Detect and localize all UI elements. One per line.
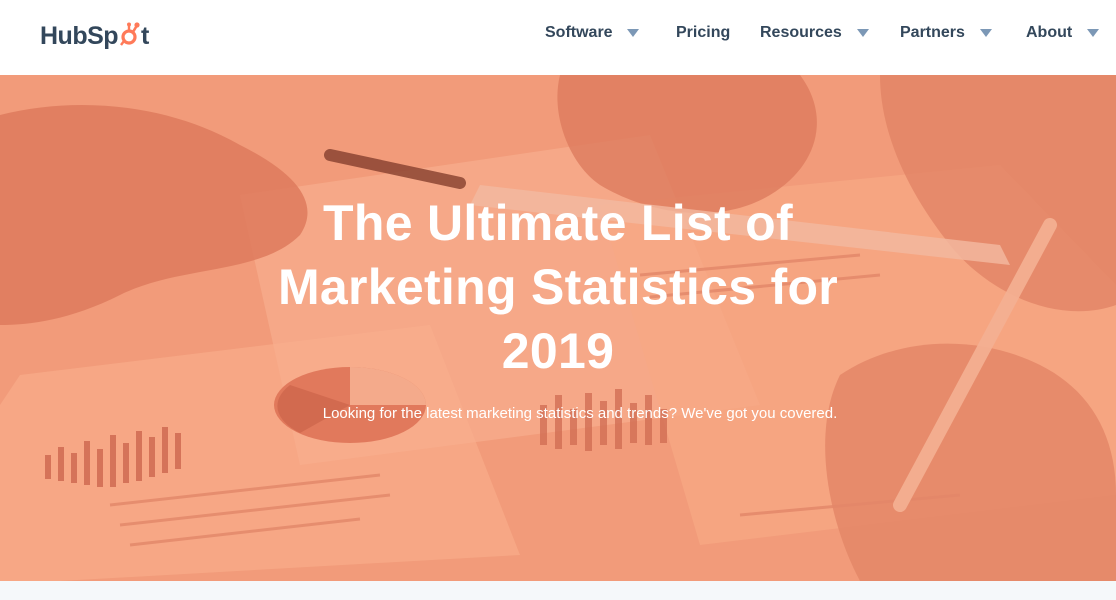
nav-software[interactable]: Software xyxy=(545,22,639,44)
hubspot-logo[interactable]: HubSp t xyxy=(40,18,149,54)
nav-software-label: Software xyxy=(545,24,613,41)
site-header: HubSp t Software Pricing Resources Partn… xyxy=(0,0,1116,75)
hero-banner: The Ultimate List of Marketing Statistic… xyxy=(0,75,1116,581)
caret-down-icon xyxy=(1087,29,1100,37)
nav-partners-label: Partners xyxy=(900,24,965,41)
nav-about[interactable]: About xyxy=(1026,22,1100,44)
logo-text-start: HubSp xyxy=(40,21,119,50)
caret-down-icon xyxy=(856,29,869,37)
page-title: The Ultimate List of Marketing Statistic… xyxy=(277,195,839,379)
nav-partners[interactable]: Partners xyxy=(900,22,992,44)
caret-down-icon xyxy=(979,29,992,37)
nav-pricing-label: Pricing xyxy=(676,24,731,41)
hero-subtitle: Looking for the latest marketing statist… xyxy=(322,405,838,422)
content-area xyxy=(0,581,1116,600)
caret-down-icon xyxy=(626,29,639,37)
sprocket-icon xyxy=(120,22,140,46)
nav-resources[interactable]: Resources xyxy=(760,22,869,44)
nav-about-label: About xyxy=(1026,24,1073,41)
logo-text-end: t xyxy=(141,21,149,50)
nav-resources-label: Resources xyxy=(760,24,842,41)
nav-pricing[interactable]: Pricing xyxy=(676,22,730,44)
